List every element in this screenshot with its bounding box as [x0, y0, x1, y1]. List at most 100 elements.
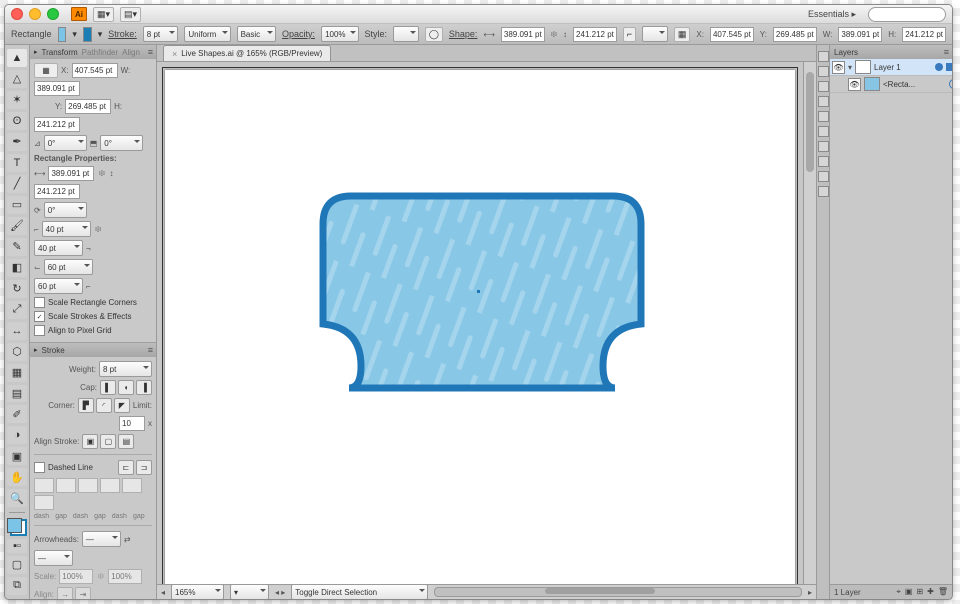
ctrl-h[interactable]: 241.212 pt — [902, 27, 946, 42]
dock-item[interactable] — [818, 111, 829, 122]
search-field[interactable] — [868, 7, 946, 22]
tool-rectangle[interactable]: ▭ — [7, 196, 27, 214]
ck-dashed[interactable] — [34, 462, 45, 473]
stroke-swatch[interactable] — [83, 27, 92, 42]
ck-align-pixel[interactable] — [34, 325, 45, 336]
tool-scale[interactable]: ⤢ — [7, 301, 27, 319]
ck-scale-corners[interactable] — [34, 297, 45, 308]
shape-link[interactable]: Shape: — [449, 29, 478, 39]
fill-stroke-proxy[interactable] — [7, 518, 27, 536]
change-screen[interactable]: ⧉ — [7, 577, 27, 595]
tool-eraser[interactable]: ◧ — [7, 259, 27, 277]
recolor-button[interactable]: ◯ — [425, 27, 443, 42]
tf-angle[interactable]: 0° — [44, 135, 87, 151]
shape-h-input[interactable]: 241.212 pt — [573, 27, 617, 42]
corner-tl[interactable]: 40 pt — [42, 221, 91, 237]
bridge-button[interactable]: ▦▾ — [93, 7, 114, 22]
cap-round[interactable]: ◖ — [118, 380, 134, 395]
tool-width[interactable]: ↔ — [7, 322, 27, 340]
canvas[interactable] — [157, 62, 816, 584]
target-icon[interactable] — [949, 79, 953, 89]
arrow-end[interactable]: — — [34, 550, 73, 566]
layer-row[interactable]: 👁 ▾ Layer 1 — [830, 59, 953, 76]
arrange-docs-button[interactable]: ▤▾ — [120, 7, 141, 22]
stroke-weight[interactable]: 8 pt — [99, 361, 152, 377]
tool-gradient[interactable]: ▤ — [7, 385, 27, 403]
layer-row[interactable]: 👁 <Recta... — [830, 76, 953, 93]
style-select[interactable] — [393, 26, 419, 42]
panel-menu-icon[interactable]: ≡ — [148, 345, 153, 355]
join-round[interactable]: ◜ — [96, 398, 112, 413]
target-icon[interactable] — [935, 63, 943, 71]
fill-swatch[interactable] — [58, 27, 67, 42]
live-rectangle-shape[interactable] — [317, 190, 647, 410]
tf-h[interactable]: 241.212 pt — [34, 117, 80, 132]
panel-menu-icon[interactable]: ≡ — [148, 47, 153, 57]
delete-layer-icon[interactable]: 🗑 — [938, 587, 948, 597]
tool-rotate[interactable]: ↻ — [7, 280, 27, 298]
tab-transform[interactable]: Transform — [42, 48, 78, 57]
tool-shape-builder[interactable]: ⬡ — [7, 343, 27, 361]
rp-w[interactable]: 389.091 pt — [48, 166, 94, 181]
dock-item[interactable] — [818, 51, 829, 62]
new-layer-icon[interactable]: ✚ — [927, 587, 934, 597]
tool-direct-select[interactable]: △ — [7, 70, 27, 88]
shape-w-input[interactable]: 389.091 pt — [501, 27, 545, 42]
cap-butt[interactable]: ▌ — [100, 380, 116, 395]
visibility-icon[interactable]: 👁 — [832, 61, 845, 74]
tool-mesh[interactable]: ▦ — [7, 364, 27, 382]
tool-lasso[interactable]: ʘ — [7, 112, 27, 130]
miter-limit[interactable]: 10 — [119, 416, 145, 431]
opacity-select[interactable]: 100% — [321, 26, 358, 42]
ck-scale-strokes[interactable]: ✓ — [34, 311, 45, 322]
join-bevel[interactable]: ◤ — [114, 398, 130, 413]
corner-radius-select[interactable] — [642, 26, 668, 42]
vertical-scrollbar[interactable] — [803, 62, 816, 584]
dock-item[interactable] — [818, 171, 829, 182]
swap-arrows-icon[interactable]: ⇄ — [124, 535, 131, 544]
status-tool[interactable]: Toggle Direct Selection — [291, 584, 428, 600]
close-tab-icon[interactable]: × — [172, 49, 177, 59]
close-window-button[interactable] — [11, 8, 23, 20]
zoom-select[interactable]: 165% — [171, 584, 224, 600]
stroke-panel-header[interactable]: ▸ Stroke ≡ — [30, 343, 156, 357]
tool-zoom[interactable]: 🔍 — [7, 489, 27, 507]
tool-hand[interactable]: ✋ — [7, 468, 27, 486]
zoom-window-button[interactable] — [47, 8, 59, 20]
align-outside[interactable]: ▤ — [118, 434, 134, 449]
tool-selection[interactable]: ▲ — [7, 49, 27, 67]
make-clip-icon[interactable]: ▣ — [905, 587, 913, 597]
corner-type-button[interactable]: ⌐ — [623, 27, 636, 42]
tool-line[interactable]: ╱ — [7, 175, 27, 193]
dock-item[interactable] — [818, 66, 829, 77]
transform-panel-header[interactable]: ▸ Transform Pathfinder Align ≡ — [30, 45, 156, 59]
layers-panel-header[interactable]: Layers ≡ — [830, 45, 952, 59]
tf-x[interactable]: 407.545 pt — [72, 63, 118, 78]
visibility-icon[interactable]: 👁 — [848, 78, 861, 91]
workspace-switcher[interactable]: Essentials ▸ — [808, 9, 856, 20]
dock-item[interactable] — [818, 126, 829, 137]
tool-blend[interactable]: ◑ — [7, 426, 27, 444]
opacity-link[interactable]: Opacity: — [282, 29, 315, 39]
artboard-nav[interactable]: ▾ — [230, 584, 269, 600]
ctrl-w[interactable]: 389.091 pt — [838, 27, 882, 42]
dock-item[interactable] — [818, 156, 829, 167]
corner-bl[interactable]: 60 pt — [44, 259, 93, 275]
tool-eyedropper[interactable]: ✐ — [7, 405, 27, 423]
corner-br[interactable]: 60 pt — [34, 278, 83, 294]
corner-tr[interactable]: 40 pt — [34, 240, 83, 256]
link-rp-icon[interactable]: ፨ — [97, 168, 106, 179]
screen-mode[interactable]: ▢ — [7, 556, 27, 574]
tool-pencil[interactable]: ✎ — [7, 238, 27, 256]
rp-angle[interactable]: 0° — [44, 202, 87, 218]
brush-profile-select[interactable]: Uniform — [184, 26, 230, 42]
stroke-weight-select[interactable]: 8 pt — [143, 26, 179, 42]
disclosure-icon[interactable]: ▾ — [848, 63, 852, 72]
link-wh-icon[interactable]: ፨ — [551, 29, 557, 40]
tab-pathfinder[interactable]: Pathfinder — [82, 48, 118, 57]
doc-tab[interactable]: × Live Shapes.ai @ 165% (RGB/Preview) — [163, 45, 331, 61]
tf-w[interactable]: 389.091 pt — [34, 81, 80, 96]
dock-item[interactable] — [818, 186, 829, 197]
tool-artboard[interactable]: ▣ — [7, 447, 27, 465]
dock-item[interactable] — [818, 141, 829, 152]
